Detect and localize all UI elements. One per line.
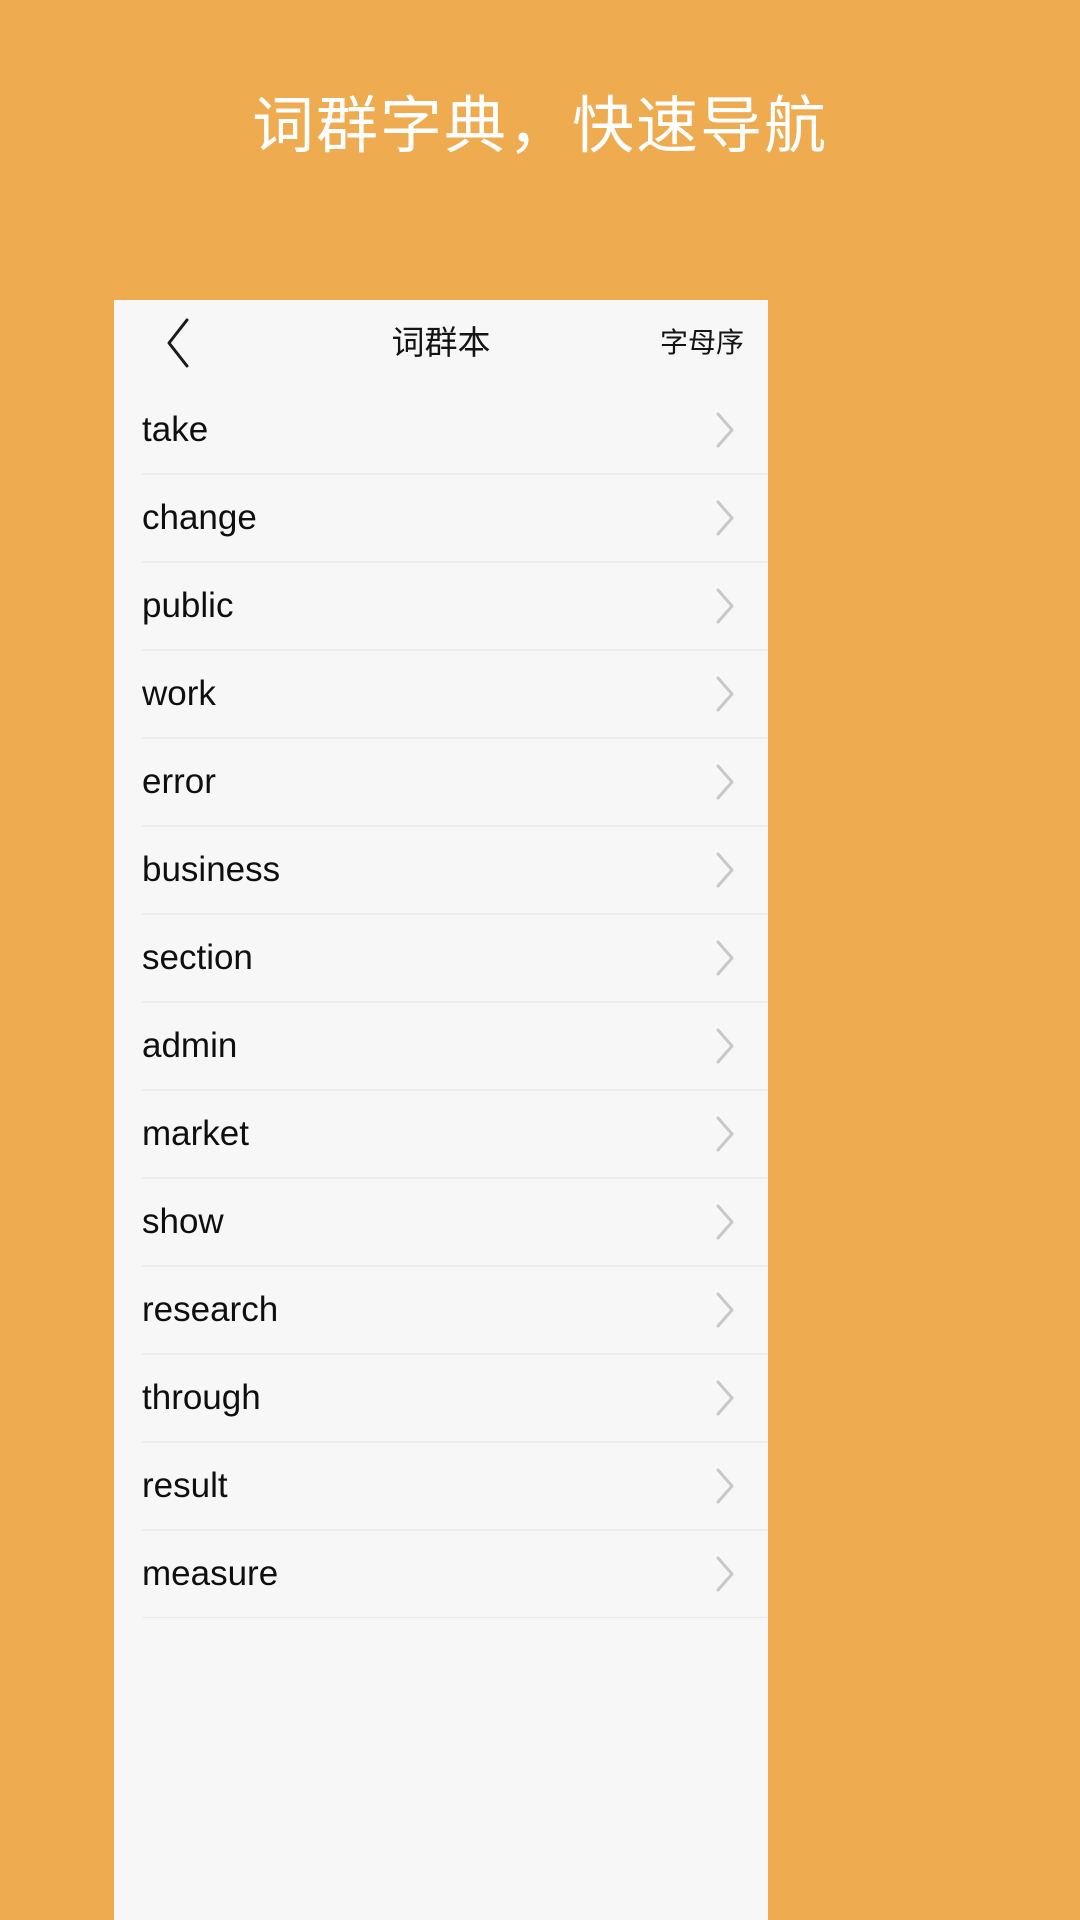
chevron-right-icon — [714, 1002, 736, 1090]
chevron-right-icon — [714, 914, 736, 1002]
chevron-right-icon — [714, 474, 736, 562]
list-item[interactable]: work — [114, 650, 768, 738]
list-item-label: public — [142, 586, 234, 625]
list-item-label: business — [142, 850, 281, 889]
word-group-list[interactable]: take change public work error business section… — [114, 386, 768, 1618]
list-item-label: result — [142, 1466, 228, 1505]
promo-headline: 词群字典，快速导航 — [251, 89, 828, 162]
chevron-right-icon — [714, 1530, 736, 1618]
list-item[interactable]: measure — [114, 1530, 768, 1618]
list-item-label: work — [142, 674, 216, 713]
phone-screen-card: 词群本 字母序 take change public work error busines… — [114, 300, 768, 1920]
chevron-right-icon — [714, 738, 736, 826]
list-item[interactable]: section — [114, 914, 768, 1002]
list-item-label: admin — [142, 1026, 238, 1065]
list-item[interactable]: through — [114, 1354, 768, 1442]
chevron-right-icon — [714, 650, 736, 738]
list-item-label: market — [142, 1114, 249, 1153]
list-item[interactable]: result — [114, 1442, 768, 1530]
list-item[interactable]: show — [114, 1178, 768, 1266]
chevron-right-icon — [714, 1354, 736, 1442]
list-item[interactable]: change — [114, 474, 768, 562]
list-item-label: error — [142, 762, 216, 801]
nav-bar: 词群本 字母序 — [114, 300, 768, 386]
chevron-right-icon — [714, 1090, 736, 1178]
chevron-right-icon — [714, 1442, 736, 1530]
chevron-right-icon — [714, 562, 736, 650]
list-item[interactable]: error — [114, 738, 768, 826]
chevron-right-icon — [714, 826, 736, 914]
sort-order-button[interactable]: 字母序 — [660, 300, 744, 386]
list-item[interactable]: public — [114, 562, 768, 650]
chevron-right-icon — [714, 1178, 736, 1266]
promo-screenshot: 词群字典，快速导航 词群本 字母序 take change public work er… — [0, 0, 1080, 1920]
list-item[interactable]: research — [114, 1266, 768, 1354]
chevron-right-icon — [714, 1266, 736, 1354]
list-item[interactable]: take — [114, 386, 768, 474]
chevron-right-icon — [714, 386, 736, 474]
list-item-label: show — [142, 1202, 224, 1241]
list-item[interactable]: business — [114, 826, 768, 914]
list-item-label: research — [142, 1290, 279, 1329]
list-item-label: measure — [142, 1554, 279, 1593]
list-item-label: take — [142, 410, 209, 449]
list-item-label: through — [142, 1378, 261, 1417]
list-item-label: section — [142, 938, 253, 977]
list-item[interactable]: admin — [114, 1002, 768, 1090]
list-item[interactable]: market — [114, 1090, 768, 1178]
list-item-label: change — [142, 498, 257, 537]
